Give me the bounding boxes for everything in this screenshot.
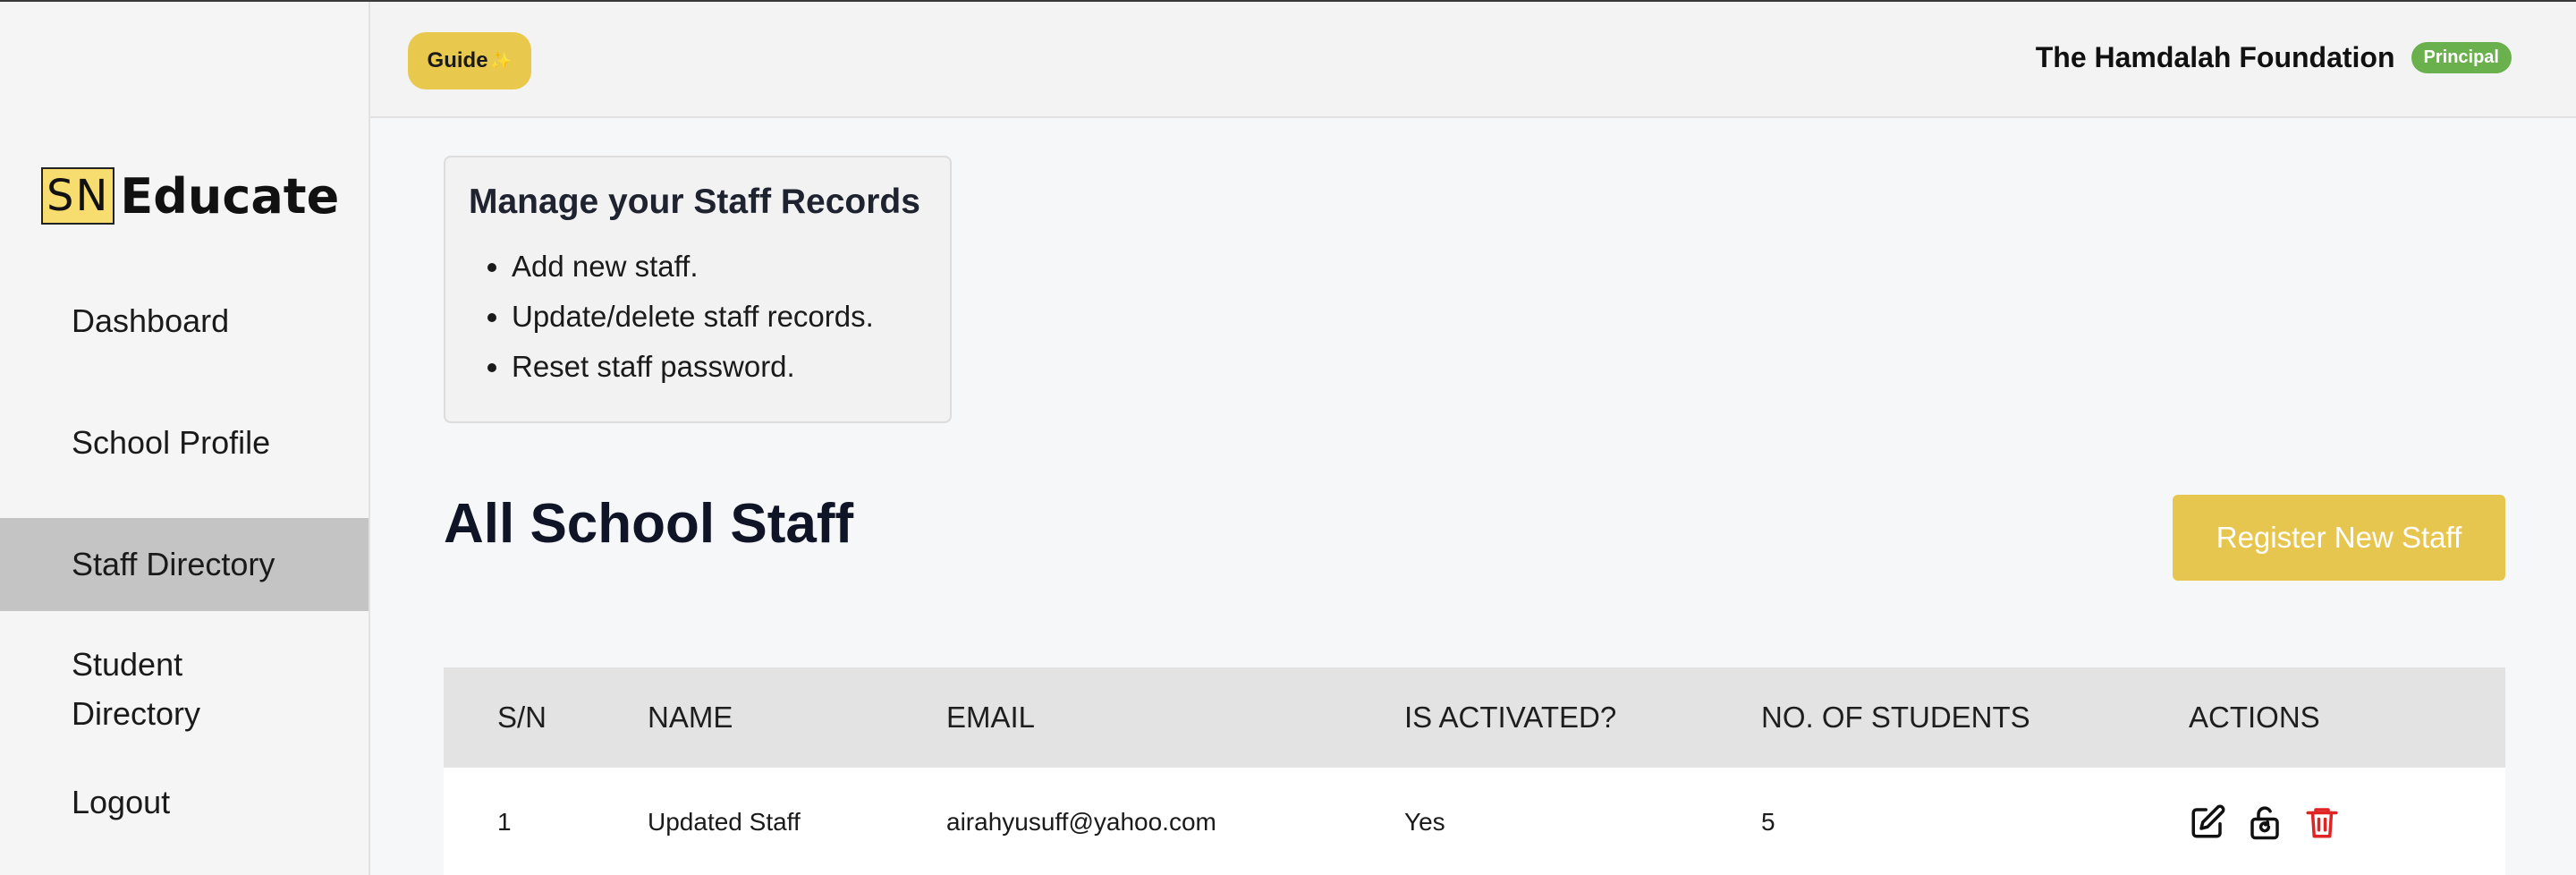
cell-email: airahyusuff@yahoo.com (946, 808, 1216, 836)
info-item: Reset staff password. (512, 342, 927, 392)
column-header-actions: ACTIONS (2189, 701, 2320, 734)
sidebar-nav: Dashboard School Profile Staff Directory… (0, 275, 369, 858)
guide-label: Guide (427, 48, 488, 72)
sidebar-item-dashboard[interactable]: Dashboard (0, 275, 369, 368)
role-badge: Principal (2411, 42, 2512, 73)
table-row: 1 Updated Staff airahyusuff@yahoo.com Ye… (444, 768, 2505, 875)
logo[interactable]: SN Educate (41, 166, 339, 225)
staff-table: S/N NAME EMAIL IS ACTIVATED? NO. OF STUD… (444, 667, 2505, 875)
column-header-name: NAME (648, 701, 733, 734)
logo-text: Educate (120, 167, 340, 225)
sidebar-item-label: Student Directory (72, 646, 201, 732)
page-title: All School Staff (444, 493, 854, 555)
row-actions (2189, 803, 2341, 841)
cell-sn: 1 (497, 808, 512, 836)
info-title: Manage your Staff Records (469, 183, 920, 221)
table-header: S/N NAME EMAIL IS ACTIVATED? NO. OF STUD… (444, 667, 2505, 768)
logo-mark: SN (41, 167, 115, 225)
cell-activated: Yes (1404, 808, 1445, 836)
info-card: Manage your Staff Records Add new staff.… (444, 156, 952, 423)
sidebar-item-school-profile[interactable]: School Profile (0, 396, 369, 489)
sidebar: SN Educate Dashboard School Profile Staf… (0, 2, 370, 875)
register-new-staff-button[interactable]: Register New Staff (2173, 495, 2505, 581)
sidebar-item-logout[interactable]: Logout (0, 776, 369, 829)
info-item: Add new staff. (512, 242, 927, 292)
edit-icon[interactable] (2189, 803, 2226, 841)
organization: The Hamdalah Foundation Principal (2036, 41, 2512, 74)
guide-button[interactable]: Guide ✨ (408, 32, 531, 89)
organization-name: The Hamdalah Foundation (2035, 41, 2395, 73)
column-header-sn: S/N (497, 701, 547, 734)
column-header-email: EMAIL (946, 701, 1036, 734)
cell-name: Updated Staff (648, 808, 801, 836)
delete-icon[interactable] (2303, 803, 2341, 841)
info-list: Add new staff. Update/delete staff recor… (469, 242, 927, 392)
column-header-students: NO. OF STUDENTS (1761, 701, 2030, 734)
reset-password-icon[interactable] (2246, 803, 2284, 841)
info-item: Update/delete staff records. (512, 292, 927, 342)
sidebar-item-student-directory[interactable]: Student Directory (0, 640, 369, 747)
sparkle-icon: ✨ (489, 51, 513, 72)
cell-students: 5 (1761, 808, 1775, 836)
top-bar: Guide ✨ The Hamdalah Foundation Principa… (370, 2, 2576, 118)
sidebar-item-staff-directory[interactable]: Staff Directory (0, 518, 369, 611)
column-header-activated: IS ACTIVATED? (1404, 701, 1617, 734)
